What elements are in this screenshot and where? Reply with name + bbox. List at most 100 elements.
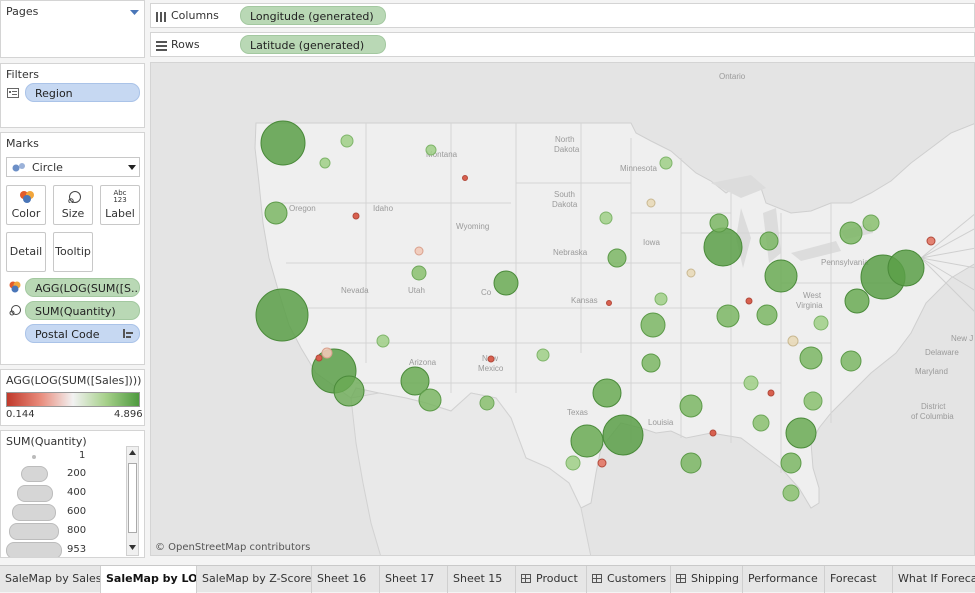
mark-circle[interactable] (565, 455, 581, 471)
label-oregon: Oregon (289, 204, 316, 213)
mark-circle[interactable] (803, 391, 823, 411)
label-kansas: Kansas (571, 296, 598, 305)
mark-circle[interactable] (376, 334, 390, 348)
map-view[interactable]: Ontario North Dakota Montana Minnesota O… (150, 62, 975, 556)
mark-circle[interactable] (340, 134, 354, 148)
mark-circle[interactable] (799, 346, 823, 370)
mark-circle[interactable] (597, 458, 607, 468)
mark-circle[interactable] (785, 417, 817, 449)
mark-circle[interactable] (743, 375, 759, 391)
mark-circle[interactable] (654, 292, 668, 306)
mark-circle[interactable] (319, 157, 331, 169)
mark-circle[interactable] (606, 300, 612, 306)
mark-circle[interactable] (680, 452, 702, 474)
scroll-thumb[interactable] (128, 463, 137, 533)
mark-circle[interactable] (787, 335, 799, 347)
mark-circle[interactable] (709, 429, 717, 437)
mark-circle[interactable] (679, 394, 703, 418)
mark-circle[interactable] (745, 297, 753, 305)
mark-circle[interactable] (411, 265, 427, 281)
mark-circle[interactable] (255, 288, 309, 342)
tab-sheet-16[interactable]: Sheet 16 (312, 566, 380, 593)
pages-dropdown-icon[interactable] (130, 10, 139, 16)
mark-circle[interactable] (641, 353, 661, 373)
mark-circle[interactable] (862, 214, 880, 232)
tab-performance[interactable]: Performance (743, 566, 825, 593)
columns-shelf[interactable]: Columns Longitude (generated) (150, 3, 975, 28)
mark-circle[interactable] (887, 249, 925, 287)
size-legend-symbol (17, 485, 53, 502)
size-legend-value: 200 (67, 468, 87, 479)
tab-product[interactable]: Product (516, 566, 587, 593)
rows-pill[interactable]: Latitude (generated) (240, 35, 386, 54)
mark-circle[interactable] (844, 288, 870, 314)
mark-circle[interactable] (752, 414, 770, 432)
detail-button[interactable]: Detail (6, 232, 46, 272)
mark-circle[interactable] (703, 227, 743, 267)
tab-salemap-by-log[interactable]: SaleMap by LOG (101, 566, 197, 593)
tab-customers[interactable]: Customers (587, 566, 671, 593)
mark-circle[interactable] (767, 389, 775, 397)
scroll-down-icon[interactable] (129, 545, 136, 550)
tab-salemap-by-z-score[interactable]: SaleMap by Z-Score (197, 566, 312, 593)
mark-circle[interactable] (813, 315, 829, 331)
filter-region-pill[interactable]: Region (25, 83, 140, 102)
mark-circle[interactable] (646, 198, 656, 208)
mark-circle[interactable] (493, 270, 519, 296)
rows-shelf[interactable]: Rows Latitude (generated) (150, 32, 975, 57)
mark-circle[interactable] (640, 312, 666, 338)
size-legend-symbol (9, 523, 59, 540)
mark-circle[interactable] (260, 120, 306, 166)
size-field-pill[interactable]: SUM(Quantity) (25, 301, 140, 320)
tab-forecast[interactable]: Forecast (825, 566, 893, 593)
tab-sheet-15[interactable]: Sheet 15 (448, 566, 516, 593)
tab-shipping[interactable]: Shipping (671, 566, 743, 593)
mark-circle[interactable] (782, 484, 800, 502)
size-button[interactable]: Size (53, 185, 93, 225)
map-canvas[interactable]: Ontario North Dakota Montana Minnesota O… (151, 63, 975, 556)
mark-circle[interactable] (321, 347, 333, 359)
mark-circle[interactable] (352, 212, 360, 220)
mark-circle[interactable] (764, 259, 798, 293)
mark-circle[interactable] (926, 236, 936, 246)
mark-circle[interactable] (462, 175, 468, 181)
mark-type-select[interactable]: Circle (6, 157, 140, 177)
mark-circle[interactable] (709, 213, 729, 233)
mark-circle[interactable] (602, 414, 644, 456)
mark-circle[interactable] (487, 355, 495, 363)
mark-circle[interactable] (414, 246, 424, 256)
mark-circle[interactable] (686, 268, 696, 278)
mark-circle[interactable] (607, 248, 627, 268)
mark-circle[interactable] (592, 378, 622, 408)
mark-circle[interactable] (333, 375, 365, 407)
mark-circle[interactable] (659, 156, 673, 170)
mark-circle[interactable] (315, 354, 323, 362)
filter-field-icon (7, 88, 19, 98)
mark-circle[interactable] (716, 304, 740, 328)
mark-circle[interactable] (479, 395, 495, 411)
columns-pill[interactable]: Longitude (generated) (240, 6, 386, 25)
mark-circle[interactable] (418, 388, 442, 412)
label-button[interactable]: Abc 123 Label (100, 185, 140, 225)
mark-circle[interactable] (839, 221, 863, 245)
mark-circle[interactable] (780, 452, 802, 474)
color-field-pill[interactable]: AGG(LOG(SUM([S... (25, 278, 140, 297)
tab-sheet-17[interactable]: Sheet 17 (380, 566, 448, 593)
color-legend-ramp[interactable] (6, 392, 140, 407)
color-button[interactable]: Color (6, 185, 46, 225)
mark-circle[interactable] (536, 348, 550, 362)
mark-circle[interactable] (840, 350, 862, 372)
mark-circle[interactable] (264, 201, 288, 225)
map-attribution[interactable]: © OpenStreetMap contributors (155, 542, 310, 553)
marks-card: Marks Circle Color Size Abc 123 Label De… (0, 132, 145, 365)
mark-circle[interactable] (570, 424, 604, 458)
tooltip-button[interactable]: Tooltip (53, 232, 93, 272)
mark-circle[interactable] (756, 304, 778, 326)
size-legend-scrollbar[interactable] (126, 446, 139, 556)
tab-salemap-by-sales[interactable]: SaleMap by Sales (0, 566, 101, 593)
mark-circle[interactable] (425, 144, 437, 156)
mark-circle[interactable] (759, 231, 779, 251)
scroll-up-icon[interactable] (129, 450, 136, 455)
mark-circle[interactable] (599, 211, 613, 225)
tab-what-if-forecast[interactable]: What If Forecast (893, 566, 975, 593)
